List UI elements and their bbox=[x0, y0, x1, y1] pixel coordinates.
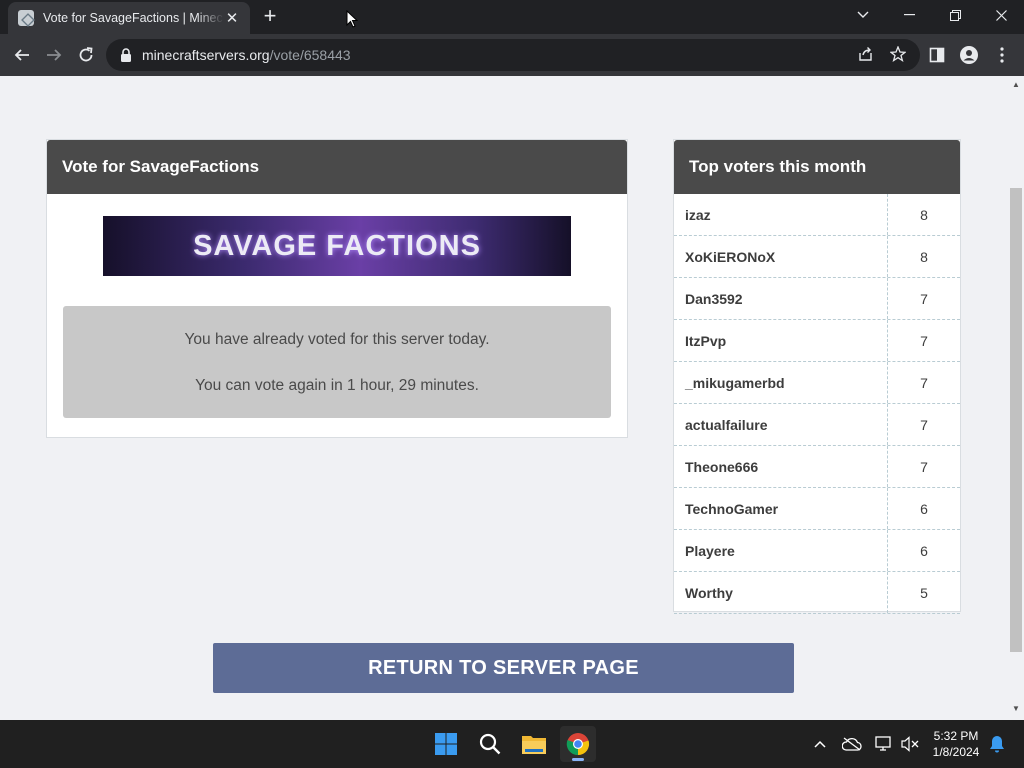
minimize-icon[interactable] bbox=[886, 0, 932, 30]
url-path: /vote/658443 bbox=[269, 47, 351, 63]
voter-row: XoKiERONoX 8 bbox=[674, 236, 960, 278]
vote-panel-heading: Vote for SavageFactions bbox=[47, 140, 627, 194]
voter-vote-count: 7 bbox=[920, 290, 928, 307]
site-favicon-icon bbox=[18, 10, 34, 26]
voter-row: _mikugamerbd 7 bbox=[674, 362, 960, 404]
voter-name: Worthy bbox=[674, 572, 888, 613]
voter-row: Worthy 5 bbox=[674, 572, 960, 614]
voter-name: Dan3592 bbox=[674, 278, 888, 319]
scroll-up-icon[interactable]: ▲ bbox=[1008, 80, 1024, 89]
taskbar-clock[interactable]: 5:32 PM 1/8/2024 bbox=[924, 728, 988, 760]
page-scrollbar[interactable]: ▲ ▼ bbox=[1008, 76, 1024, 720]
onedrive-offline-icon[interactable] bbox=[842, 734, 862, 754]
top-voters-heading: Top voters this month bbox=[674, 140, 960, 194]
chrome-icon[interactable] bbox=[560, 726, 596, 762]
browser-tab-bar: Vote for SavageFactions | Minecraft ✕ + bbox=[0, 0, 1024, 34]
forward-icon[interactable] bbox=[41, 42, 67, 68]
taskbar: 5:32 PM 1/8/2024 bbox=[0, 720, 1024, 768]
voter-row: TechnoGamer 6 bbox=[674, 488, 960, 530]
url-host: minecraftservers.org bbox=[142, 47, 270, 63]
tray-overflow-icon[interactable] bbox=[810, 734, 830, 754]
bookmark-star-icon[interactable] bbox=[886, 42, 910, 66]
notice-line-2: You can vote again in 1 hour, 29 minutes… bbox=[195, 377, 479, 394]
voter-row: Theone666 7 bbox=[674, 446, 960, 488]
start-icon[interactable] bbox=[428, 726, 464, 762]
voter-row: Playere 6 bbox=[674, 530, 960, 572]
share-icon[interactable] bbox=[854, 42, 878, 66]
more-menu-icon[interactable] bbox=[991, 44, 1013, 66]
browser-toolbar: minecraftservers.org/vote/658443 bbox=[0, 34, 1024, 76]
voter-row: izaz 8 bbox=[674, 194, 960, 236]
top-voters-panel: Top voters this month izaz 8 XoKiERONoX 8 Da… bbox=[673, 139, 961, 614]
new-tab-icon[interactable]: + bbox=[259, 5, 281, 27]
clock-date: 1/8/2024 bbox=[932, 745, 980, 759]
browser-tab[interactable]: Vote for SavageFactions | Minecraft ✕ bbox=[8, 2, 250, 34]
clock-time: 5:32 PM bbox=[933, 729, 979, 743]
network-icon[interactable] bbox=[874, 734, 894, 754]
voter-name: ItzPvp bbox=[674, 320, 888, 361]
notice-line-1: You have already voted for this server t… bbox=[184, 331, 490, 348]
server-banner[interactable]: SAVAGE FACTIONS bbox=[103, 216, 571, 276]
voter-vote-count: 7 bbox=[920, 416, 928, 433]
lock-icon bbox=[121, 48, 131, 62]
voter-name: izaz bbox=[674, 194, 888, 235]
voter-vote-count: 8 bbox=[920, 206, 928, 223]
scroll-down-icon[interactable]: ▼ bbox=[1008, 704, 1024, 713]
voter-vote-count: 6 bbox=[920, 500, 928, 517]
tab-search-icon[interactable] bbox=[840, 0, 886, 30]
server-banner-text: SAVAGE FACTIONS bbox=[193, 229, 481, 262]
scrollbar-thumb[interactable] bbox=[1010, 188, 1022, 652]
voter-name: Theone666 bbox=[674, 446, 888, 487]
back-icon[interactable] bbox=[9, 42, 35, 68]
address-bar[interactable]: minecraftservers.org/vote/658443 bbox=[106, 39, 920, 71]
voter-vote-count: 7 bbox=[920, 332, 928, 349]
profile-icon[interactable] bbox=[958, 44, 980, 66]
vote-panel: Vote for SavageFactions SAVAGE FACTIONS … bbox=[46, 139, 628, 438]
tab-close-icon[interactable]: ✕ bbox=[224, 9, 240, 27]
close-window-icon[interactable] bbox=[978, 0, 1024, 30]
voter-row: Dan3592 7 bbox=[674, 278, 960, 320]
voter-name: _mikugamerbd bbox=[674, 362, 888, 403]
file-explorer-icon[interactable] bbox=[516, 726, 552, 762]
voter-name: Playere bbox=[674, 530, 888, 571]
mouse-cursor-icon bbox=[346, 10, 358, 28]
reload-icon[interactable] bbox=[73, 42, 99, 68]
voter-row: actualfailure 7 bbox=[674, 404, 960, 446]
voter-vote-count: 6 bbox=[920, 542, 928, 559]
restore-icon[interactable] bbox=[932, 0, 978, 30]
voter-vote-count: 7 bbox=[920, 374, 928, 391]
tab-title: Vote for SavageFactions | Minecraft bbox=[43, 11, 224, 25]
page-content: Vote for SavageFactions SAVAGE FACTIONS … bbox=[0, 76, 1008, 720]
active-app-indicator bbox=[572, 758, 584, 761]
voter-name: XoKiERONoX bbox=[674, 236, 888, 277]
notification-bell-icon[interactable] bbox=[987, 734, 1007, 754]
voter-name: actualfailure bbox=[674, 404, 888, 445]
search-icon[interactable] bbox=[472, 726, 508, 762]
voter-row: ItzPvp 7 bbox=[674, 320, 960, 362]
voter-vote-count: 5 bbox=[920, 584, 928, 601]
volume-muted-icon[interactable] bbox=[900, 734, 920, 754]
voter-name: TechnoGamer bbox=[674, 488, 888, 529]
return-to-server-button[interactable]: RETURN TO SERVER PAGE bbox=[213, 643, 794, 693]
already-voted-notice: You have already voted for this server t… bbox=[63, 306, 611, 418]
side-panel-icon[interactable] bbox=[926, 44, 948, 66]
voter-vote-count: 7 bbox=[920, 458, 928, 475]
voter-vote-count: 8 bbox=[920, 248, 928, 265]
